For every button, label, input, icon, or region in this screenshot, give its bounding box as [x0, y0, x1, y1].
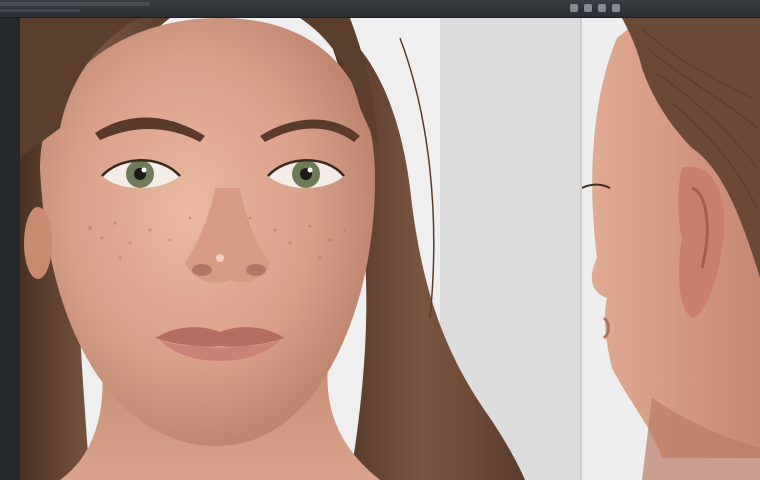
front-portrait-image [20, 18, 580, 480]
toolbar-icons [570, 4, 620, 12]
settings-icon[interactable] [612, 4, 620, 12]
profile-portrait-image [582, 18, 760, 480]
share-icon[interactable] [584, 4, 592, 12]
image-canvas[interactable] [20, 18, 760, 480]
document-tab[interactable] [0, 2, 150, 6]
side-view-panel [582, 18, 760, 480]
facebook-icon[interactable] [570, 4, 578, 12]
bookmark-icon[interactable] [598, 4, 606, 12]
app-titlebar [0, 0, 760, 18]
tab-underline [0, 9, 80, 12]
front-view-panel [20, 18, 580, 480]
tool-rail [0, 18, 21, 480]
